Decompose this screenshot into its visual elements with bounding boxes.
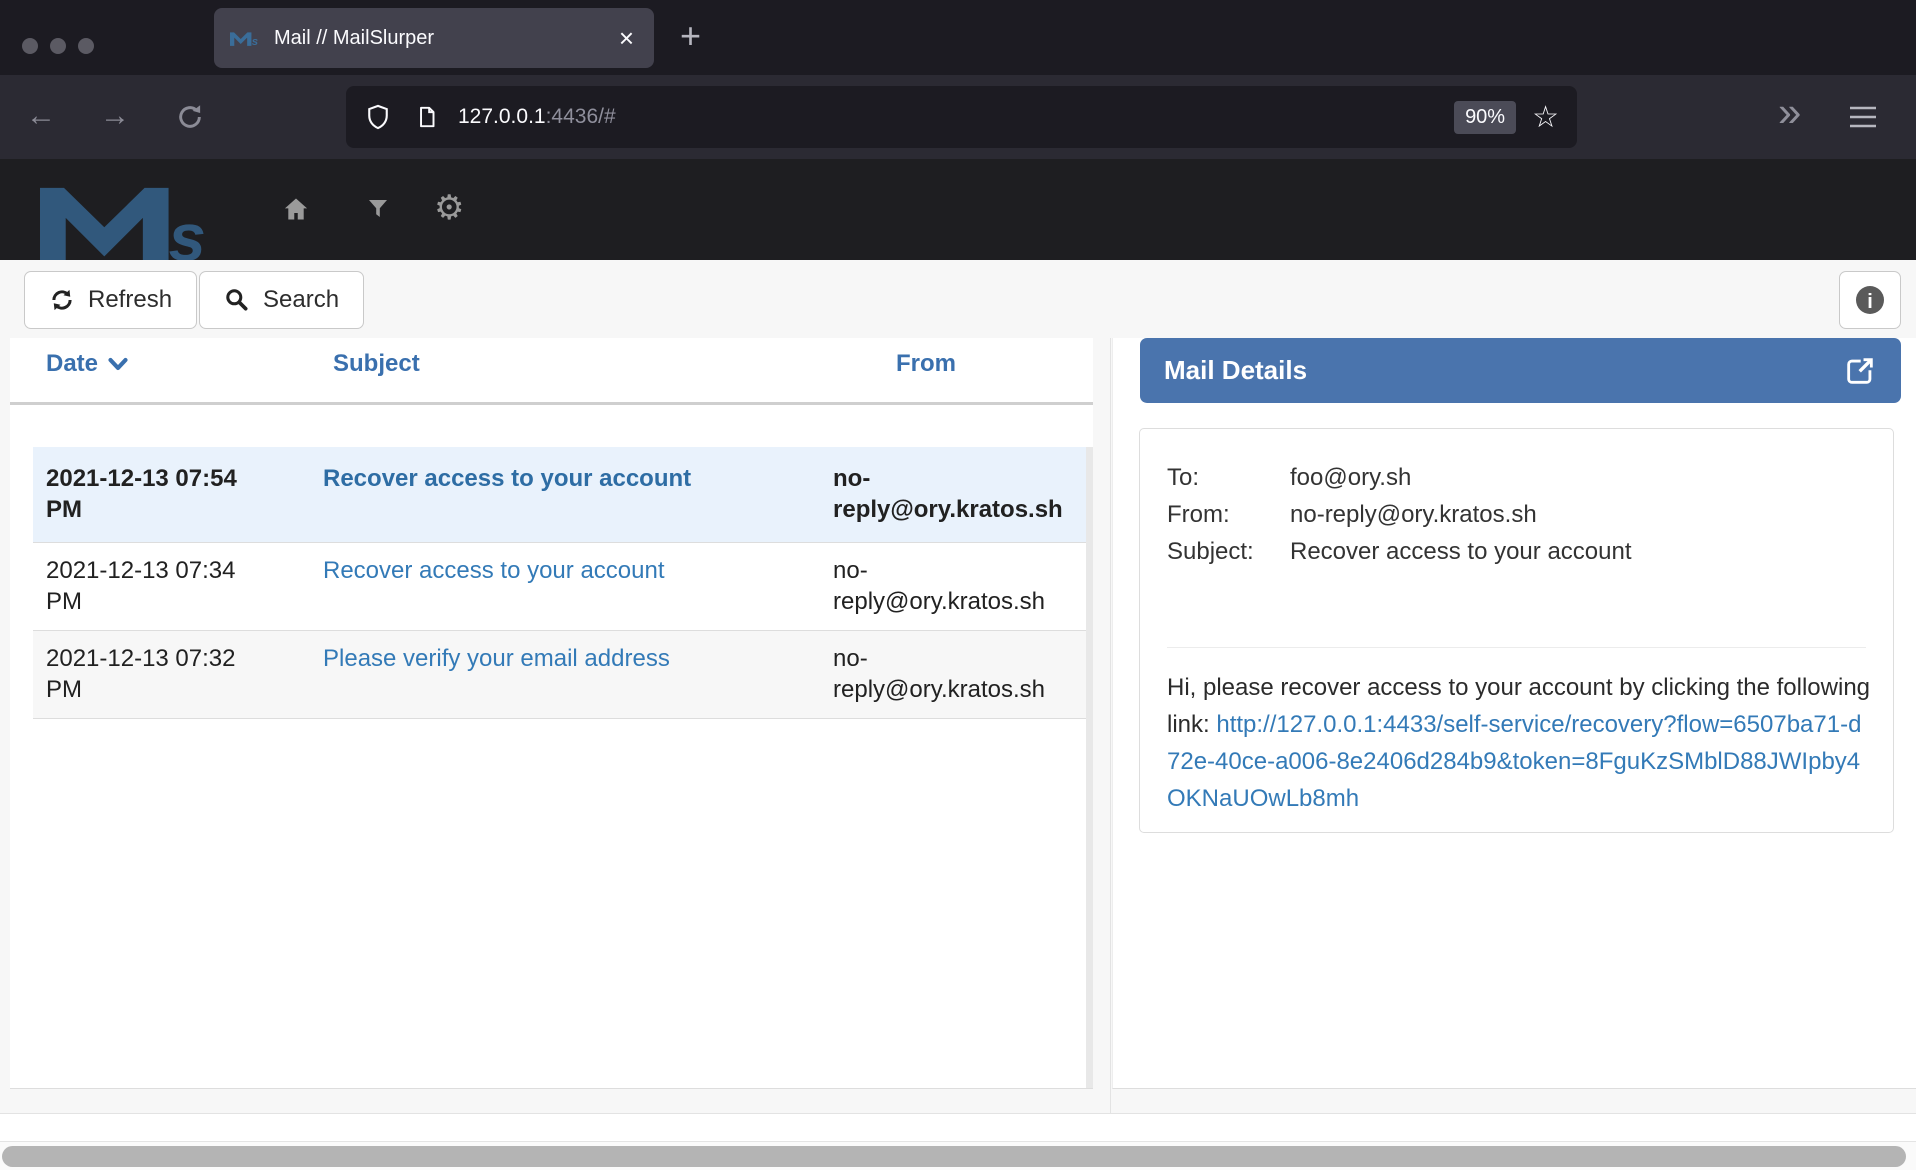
browser-nav-toolbar: ← → 127.0.0.1:4436/# 90% ☆ » xyxy=(0,75,1916,159)
search-label: Search xyxy=(263,286,339,314)
subject-label: Subject: xyxy=(1167,533,1290,570)
horizontal-scrollbar-thumb[interactable] xyxy=(2,1146,1906,1167)
refresh-icon xyxy=(49,287,75,313)
mail-list-row[interactable]: 2021-12-13 07:54 PM Recover access to you… xyxy=(33,447,1086,543)
tab-close-icon[interactable]: × xyxy=(615,25,638,51)
reload-button[interactable] xyxy=(174,101,206,133)
mail-from: no-reply@ory.kratos.sh xyxy=(833,463,1086,525)
mail-subject-link[interactable]: Recover access to your account xyxy=(323,463,833,525)
url-path: :4436/# xyxy=(546,105,616,128)
column-header-subject[interactable]: Subject xyxy=(333,350,896,378)
mailslurper-logo: s xyxy=(30,175,230,260)
horizontal-scrollbar-track[interactable] xyxy=(0,1142,1916,1170)
browser-tab[interactable]: s Mail // MailSlurper × xyxy=(214,8,654,68)
zoom-level-badge[interactable]: 90% xyxy=(1454,101,1516,134)
header-divider xyxy=(10,402,1093,405)
card-divider xyxy=(1167,647,1866,648)
mail-date: 2021-12-13 07:32 PM xyxy=(46,643,261,705)
window-controls[interactable] xyxy=(22,38,94,54)
sort-descending-icon xyxy=(108,357,128,371)
forward-button[interactable]: → xyxy=(100,99,130,133)
shield-icon[interactable] xyxy=(364,102,392,132)
subject-value: Recover access to your account xyxy=(1290,533,1632,570)
browser-tab-bar: s Mail // MailSlurper × + xyxy=(0,0,1916,75)
mail-details-panel: Mail Details To:foo@ory.sh From:no-reply… xyxy=(1112,338,1916,1089)
info-button[interactable]: i xyxy=(1839,271,1901,329)
list-scrollbar-track[interactable] xyxy=(1086,447,1093,1088)
mail-date: 2021-12-13 07:54 PM xyxy=(46,463,261,525)
mail-body: Hi, please recover access to your accoun… xyxy=(1167,669,1873,817)
mail-date: 2021-12-13 07:34 PM xyxy=(46,555,261,617)
page-info-icon[interactable] xyxy=(414,103,440,131)
from-label: From: xyxy=(1167,496,1290,533)
svg-text:s: s xyxy=(252,36,258,48)
window-dot[interactable] xyxy=(22,38,38,54)
svg-text:i: i xyxy=(1867,291,1873,313)
filter-icon[interactable] xyxy=(366,197,390,221)
mail-list-panel: Date Subject From 2021-12-13 07:54 PM Rec… xyxy=(10,338,1093,1089)
mail-subject-link[interactable]: Recover access to your account xyxy=(323,555,833,617)
bookmark-star-icon[interactable]: ☆ xyxy=(1532,100,1559,135)
refresh-label: Refresh xyxy=(88,286,172,314)
mail-list-row[interactable]: 2021-12-13 07:32 PM Please verify your em… xyxy=(33,631,1086,719)
recovery-link[interactable]: http://127.0.0.1:4433/self-service/recov… xyxy=(1167,711,1861,812)
mail-details-card: To:foo@ory.sh From:no-reply@ory.kratos.s… xyxy=(1139,428,1894,833)
app-header: s ⚙ xyxy=(0,159,1916,260)
window-dot[interactable] xyxy=(50,38,66,54)
open-external-icon[interactable] xyxy=(1843,354,1877,388)
bottom-strip xyxy=(0,1114,1916,1141)
settings-gear-icon[interactable]: ⚙ xyxy=(434,189,464,227)
mail-from: no-reply@ory.kratos.sh xyxy=(833,643,1086,705)
favicon-mailslurper-icon: s xyxy=(230,26,260,50)
from-value: no-reply@ory.kratos.sh xyxy=(1290,496,1537,533)
mail-details-header: Mail Details xyxy=(1140,338,1901,403)
column-header-from[interactable]: From xyxy=(896,350,1093,378)
to-value: foo@ory.sh xyxy=(1290,459,1411,496)
to-label: To: xyxy=(1167,459,1290,496)
mail-list-row[interactable]: 2021-12-13 07:34 PM Recover access to you… xyxy=(33,543,1086,631)
column-header-date[interactable]: Date xyxy=(46,350,333,378)
refresh-button[interactable]: Refresh xyxy=(24,271,197,329)
mail-details-title: Mail Details xyxy=(1164,355,1843,386)
panel-divider xyxy=(1110,338,1111,1113)
mail-list-header: Date Subject From xyxy=(46,350,1093,378)
window-dot[interactable] xyxy=(78,38,94,54)
url-text[interactable]: 127.0.0.1:4436/# xyxy=(458,105,616,129)
app-toolbar: Refresh Search i xyxy=(0,260,1916,338)
url-host: 127.0.0.1 xyxy=(458,105,546,128)
search-icon xyxy=(224,287,250,313)
new-tab-button[interactable]: + xyxy=(680,18,701,54)
tab-title: Mail // MailSlurper xyxy=(274,27,615,50)
hamburger-menu-icon[interactable] xyxy=(1848,104,1878,130)
mail-from: no-reply@ory.kratos.sh xyxy=(833,555,1086,617)
info-icon: i xyxy=(1854,284,1886,316)
back-button[interactable]: ← xyxy=(26,99,56,133)
logo-s: s xyxy=(169,201,206,260)
mail-meta: To:foo@ory.sh From:no-reply@ory.kratos.s… xyxy=(1167,459,1632,570)
url-bar[interactable]: 127.0.0.1:4436/# 90% ☆ xyxy=(346,86,1577,148)
mail-rows: 2021-12-13 07:54 PM Recover access to you… xyxy=(33,447,1086,719)
mail-subject-link[interactable]: Please verify your email address xyxy=(323,643,833,705)
home-icon[interactable] xyxy=(282,195,310,223)
overflow-menu-icon[interactable]: » xyxy=(1778,91,1801,133)
search-button[interactable]: Search xyxy=(199,271,364,329)
